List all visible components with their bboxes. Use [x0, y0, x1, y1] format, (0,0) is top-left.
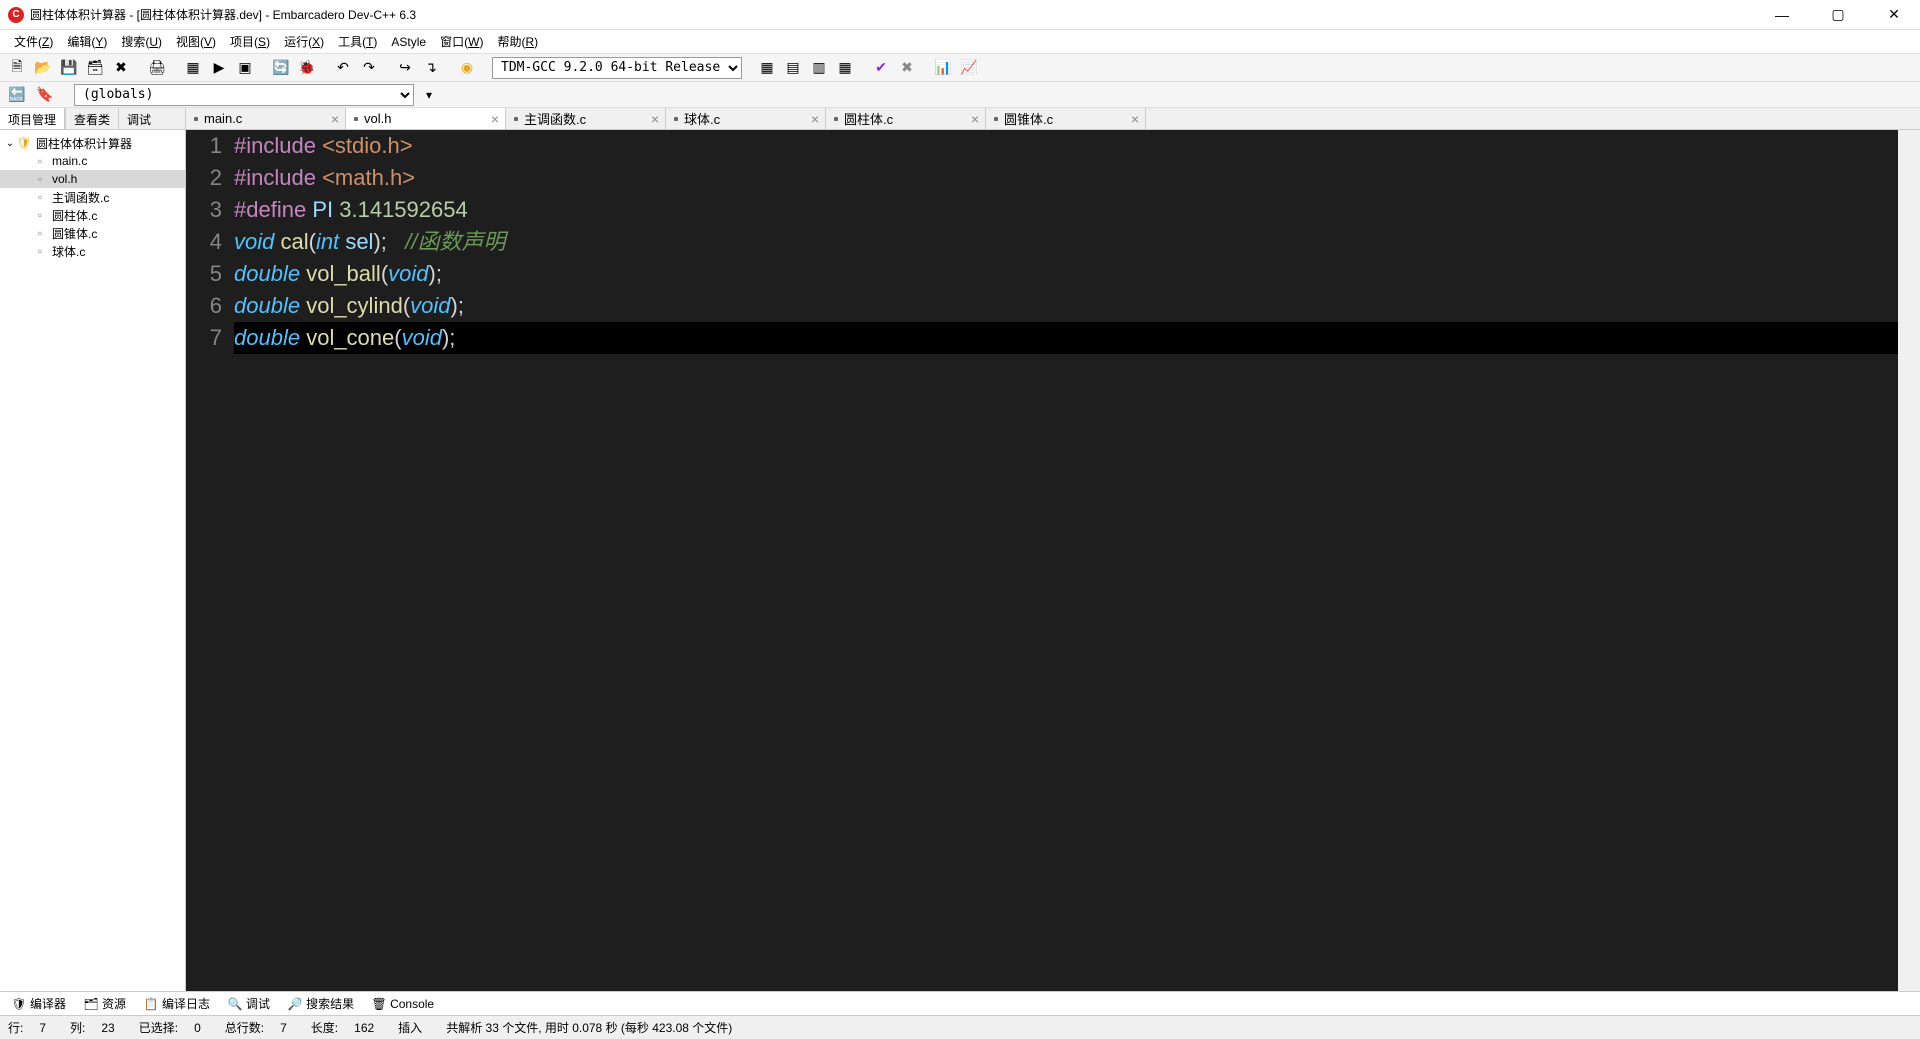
grid3-button[interactable]: ▥ — [808, 57, 830, 79]
menu-搜索[interactable]: 搜索(U) — [115, 31, 168, 52]
bottom-tab-编译器[interactable]: 🛡编译器 — [4, 993, 74, 1014]
menu-工具[interactable]: 工具(T) — [332, 31, 383, 52]
save-button[interactable]: 💾 — [58, 57, 80, 79]
step-over-button[interactable]: ↪ — [394, 57, 416, 79]
minimize-button[interactable]: — — [1764, 3, 1800, 27]
bookmark-button[interactable]: 🔖 — [34, 84, 56, 106]
menu-帮助[interactable]: 帮助(R) — [491, 31, 544, 52]
close-tab-icon[interactable]: × — [971, 111, 979, 127]
stop-button[interactable]: ◉ — [456, 57, 478, 79]
step-into-button[interactable]: ↴ — [420, 57, 442, 79]
status-insert-mode: 插入 — [398, 1019, 422, 1036]
open-button[interactable]: 📂 — [32, 57, 54, 79]
editor-tab-main.c[interactable]: main.c× — [186, 108, 346, 129]
tree-file-球体.c[interactable]: ▫球体.c — [0, 242, 185, 260]
bottom-panel-tabs: 🛡编译器🗂资源📋编译日志🔍调试🔎搜索结果🗑Console — [0, 991, 1920, 1015]
bottom-tab-调试[interactable]: 🔍调试 — [220, 993, 278, 1014]
status-col: 列:23 — [70, 1019, 115, 1036]
main-area: 项目管理查看类调试 ⌄🛡圆柱体体积计算器▫main.c▫vol.h▫主调函数.c… — [0, 108, 1920, 991]
secondary-toolbar: 🔙 🔖 (globals) ▾ — [0, 82, 1920, 108]
menu-视图[interactable]: 视图(V) — [170, 31, 222, 52]
rebuild-button[interactable]: 🔄 — [270, 57, 292, 79]
editor-area: main.c×vol.h×主调函数.c×球体.c×圆柱体.c×圆锥体.c× 12… — [186, 108, 1920, 991]
run-button[interactable]: ▶ — [208, 57, 230, 79]
bottom-tab-搜索结果[interactable]: 🔎搜索结果 — [280, 993, 362, 1014]
tree-file-主调函数.c[interactable]: ▫主调函数.c — [0, 188, 185, 206]
back-button[interactable]: 🔙 — [6, 84, 28, 106]
status-row: 行:7 — [8, 1019, 46, 1036]
code-editor[interactable]: 1234567 #include <stdio.h>#include <math… — [186, 130, 1920, 991]
sidebar-tab-1[interactable]: 查看类 — [65, 108, 118, 129]
editor-tabs: main.c×vol.h×主调函数.c×球体.c×圆柱体.c×圆锥体.c× — [186, 108, 1920, 130]
menubar: 文件(Z)编辑(Y)搜索(U)视图(V)项目(S)运行(X)工具(T)AStyl… — [0, 30, 1920, 54]
menu-编辑[interactable]: 编辑(Y) — [61, 31, 113, 52]
project-tree[interactable]: ⌄🛡圆柱体体积计算器▫main.c▫vol.h▫主调函数.c▫圆柱体.c▫圆锥体… — [0, 130, 185, 991]
tree-file-main.c[interactable]: ▫main.c — [0, 152, 185, 170]
debug-button[interactable]: 🐞 — [296, 57, 318, 79]
compiler-select[interactable]: TDM-GCC 9.2.0 64-bit Release — [492, 57, 742, 79]
status-lines: 总行数:7 — [225, 1019, 287, 1036]
app-icon: C — [8, 7, 24, 23]
scope-select[interactable]: (globals) — [74, 84, 414, 106]
statusbar: 行:7 列:23 已选择:0 总行数:7 长度:162 插入 共解析 33 个文… — [0, 1015, 1920, 1039]
profile-button[interactable]: 📊 — [932, 57, 954, 79]
bottom-tab-资源[interactable]: 🗂资源 — [76, 993, 134, 1014]
new-file-button[interactable]: 🗎 — [6, 57, 28, 79]
tree-file-vol.h[interactable]: ▫vol.h — [0, 170, 185, 188]
sidebar-tabs: 项目管理查看类调试 — [0, 108, 185, 130]
menu-项目[interactable]: 项目(S) — [224, 31, 276, 52]
menu-运行[interactable]: 运行(X) — [278, 31, 330, 52]
editor-tab-圆柱体.c[interactable]: 圆柱体.c× — [826, 108, 986, 129]
editor-tab-vol.h[interactable]: vol.h× — [346, 108, 506, 129]
window-titlebar: C 圆柱体体积计算器 - [圆柱体体积计算器.dev] - Embarcader… — [0, 0, 1920, 30]
tree-file-圆柱体.c[interactable]: ▫圆柱体.c — [0, 206, 185, 224]
menu-AStyle[interactable]: AStyle — [385, 33, 432, 51]
sidebar: 项目管理查看类调试 ⌄🛡圆柱体体积计算器▫main.c▫vol.h▫主调函数.c… — [0, 108, 186, 991]
save-all-button[interactable]: 🗃 — [84, 57, 106, 79]
check-button[interactable]: ✔ — [870, 57, 892, 79]
code-content[interactable]: #include <stdio.h>#include <math.h>#defi… — [234, 130, 1898, 991]
status-selected: 已选择:0 — [139, 1019, 201, 1036]
close-button[interactable]: ✕ — [1876, 3, 1912, 27]
chart-button[interactable]: 📈 — [958, 57, 980, 79]
scope-dropdown-arrow[interactable]: ▾ — [420, 88, 438, 102]
print-button[interactable]: 🖨 — [146, 57, 168, 79]
grid2-button[interactable]: ▤ — [782, 57, 804, 79]
menu-文件[interactable]: 文件(Z) — [8, 31, 59, 52]
line-gutter: 1234567 — [186, 130, 234, 991]
close-tab-icon[interactable]: × — [491, 111, 499, 127]
cancel-button[interactable]: ✖ — [896, 57, 918, 79]
redo-button[interactable]: ↷ — [358, 57, 380, 79]
grid4-button[interactable]: ▦ — [834, 57, 856, 79]
sidebar-tab-2[interactable]: 调试 — [118, 108, 159, 129]
close-file-button[interactable]: ✖ — [110, 57, 132, 79]
window-title: 圆柱体体积计算器 - [圆柱体体积计算器.dev] - Embarcadero … — [30, 6, 1764, 23]
bottom-tab-Console[interactable]: 🗑Console — [364, 995, 442, 1013]
compile-button[interactable]: ▦ — [182, 57, 204, 79]
close-tab-icon[interactable]: × — [811, 111, 819, 127]
compile-run-button[interactable]: ▣ — [234, 57, 256, 79]
bottom-tab-编译日志[interactable]: 📋编译日志 — [136, 993, 218, 1014]
status-parse-info: 共解析 33 个文件, 用时 0.078 秒 (每秒 423.08 个文件) — [446, 1019, 732, 1036]
close-tab-icon[interactable]: × — [331, 111, 339, 127]
undo-button[interactable]: ↶ — [332, 57, 354, 79]
menu-窗口[interactable]: 窗口(W) — [434, 31, 489, 52]
sidebar-tab-0[interactable]: 项目管理 — [0, 108, 65, 129]
status-length: 长度:162 — [311, 1019, 374, 1036]
maximize-button[interactable]: ▢ — [1820, 3, 1856, 27]
project-root[interactable]: ⌄🛡圆柱体体积计算器 — [0, 134, 185, 152]
editor-tab-主调函数.c[interactable]: 主调函数.c× — [506, 108, 666, 129]
tree-file-圆锥体.c[interactable]: ▫圆锥体.c — [0, 224, 185, 242]
window-controls: — ▢ ✕ — [1764, 3, 1912, 27]
editor-tab-球体.c[interactable]: 球体.c× — [666, 108, 826, 129]
close-tab-icon[interactable]: × — [1131, 111, 1139, 127]
close-tab-icon[interactable]: × — [651, 111, 659, 127]
editor-tab-圆锥体.c[interactable]: 圆锥体.c× — [986, 108, 1146, 129]
main-toolbar: 🗎 📂 💾 🗃 ✖ 🖨 ▦ ▶ ▣ 🔄 🐞 ↶ ↷ ↪ ↴ ◉ TDM-GCC … — [0, 54, 1920, 82]
grid1-button[interactable]: ▦ — [756, 57, 778, 79]
